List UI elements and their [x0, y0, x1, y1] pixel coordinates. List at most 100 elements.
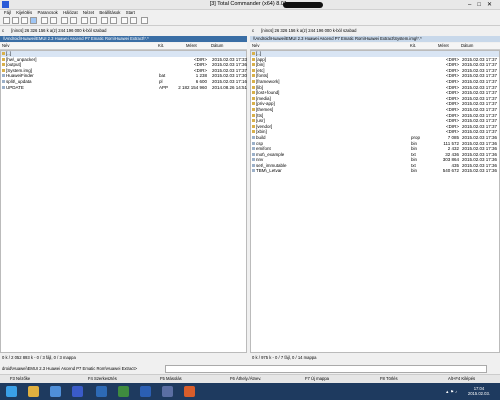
right-status: 0 k / 975 k - 0 / 7 fájl, 0 / 14 mappa	[252, 355, 317, 360]
left-drive-select[interactable]: c	[2, 28, 4, 33]
f5-copy-button[interactable]: F5 Másolás	[160, 376, 182, 381]
folder-icon	[2, 52, 5, 55]
tree-icon[interactable]	[30, 17, 37, 24]
chrome-icon[interactable]	[118, 386, 129, 397]
left-drive-bar: c [nincs] 26 326 156 k a(z) 244 196 000 …	[2, 28, 106, 34]
invert-icon[interactable]	[50, 17, 57, 24]
menu-start[interactable]: Start	[126, 9, 135, 16]
folder-icon	[252, 113, 255, 117]
ie-icon[interactable]	[50, 386, 61, 397]
file-size: 2 182 154 960	[178, 84, 207, 90]
f6-move-button[interactable]: F6 Áthely./Átnev.	[230, 376, 261, 381]
left-path[interactable]: \\Android\Huawei\EMUI 2.3 Huawei Ascend …	[0, 36, 247, 42]
folder-icon	[252, 130, 255, 134]
folder-icon	[252, 124, 255, 128]
maximize-icon[interactable]: □	[477, 2, 487, 8]
col-name[interactable]: Név	[252, 43, 259, 48]
right-drive-select[interactable]: c	[252, 28, 254, 33]
menu-file[interactable]: Fájl	[4, 9, 11, 16]
refresh-icon[interactable]	[3, 17, 10, 24]
start-icon[interactable]	[6, 386, 17, 397]
word-icon[interactable]	[140, 386, 151, 397]
left-header: Név Kit. Méret Dátum	[0, 43, 247, 50]
f7-newfolder-button[interactable]: F7 Új mappa	[305, 376, 329, 381]
folder-icon	[252, 102, 255, 106]
pack-icon[interactable]	[81, 17, 88, 24]
file-icon	[252, 158, 255, 162]
f8-delete-button[interactable]: F8 Törlés	[380, 376, 398, 381]
rename-icon[interactable]	[121, 17, 128, 24]
altf4-exit-button[interactable]: Alt+F4 Kilépés	[448, 376, 475, 381]
col-ext[interactable]: Kit.	[410, 43, 416, 48]
file-icon	[2, 85, 5, 89]
window-controls[interactable]: –□✕	[468, 1, 498, 8]
folder-icon	[252, 96, 255, 100]
folder-icon	[252, 119, 255, 123]
file-icon	[252, 163, 255, 167]
f4-edit-button[interactable]: F4 Szerkesztés	[88, 376, 117, 381]
file-icon	[2, 79, 5, 83]
right-header: Név Kit. Méret Dátum	[250, 43, 500, 50]
cmd-path: droid\Huawei\EMUI 2.3 Huawei Ascend P7 E…	[2, 366, 138, 371]
close-icon[interactable]: ✕	[487, 2, 498, 8]
folder-icon	[2, 57, 5, 61]
folder-icon	[2, 63, 5, 67]
folder-icon	[252, 63, 255, 67]
right-drive-info: [nincs] 26 326 156 k a(z) 244 196 000 k-…	[261, 28, 357, 33]
sort-icon[interactable]	[41, 17, 48, 24]
folder-icon	[252, 74, 255, 78]
col-size[interactable]: Méret	[186, 43, 197, 48]
notepad-icon[interactable]	[141, 17, 148, 24]
folder-icon	[252, 57, 255, 61]
brief-view-icon[interactable]	[12, 17, 19, 24]
left-status: 0 k / 2 052 893 k - 0 / 3 fájl, 0 / 3 ma…	[2, 355, 76, 360]
file-icon	[252, 169, 255, 173]
full-view-icon[interactable]	[21, 17, 28, 24]
minimize-icon[interactable]: –	[468, 2, 477, 8]
file-size: 540 672	[442, 168, 459, 174]
right-path[interactable]: \\Android\Huawei\EMUI 2.3 Huawei Ascend …	[250, 36, 500, 42]
file-date: 2014.08.26 14:51	[212, 84, 248, 90]
file-row[interactable]: TBM\_Letvar bin 540 672 2015.02.03 17:36	[251, 168, 499, 174]
ftp-icon[interactable]	[101, 17, 108, 24]
forward-icon[interactable]	[70, 17, 77, 24]
back-icon[interactable]	[61, 17, 68, 24]
file-icon	[252, 147, 255, 151]
col-date[interactable]: Dátum	[211, 43, 223, 48]
file-row[interactable]: UPDATE APP 2 182 154 960 2014.08.26 14:51	[1, 84, 248, 91]
file-icon	[2, 74, 5, 78]
clock[interactable]: 17:04 2015.02.03.	[468, 386, 490, 396]
menu-mark[interactable]: Kijelölés	[16, 9, 32, 16]
system-tray[interactable]: ▲ ⚑ ♪	[445, 389, 457, 394]
command-line: droid\Huawei\EMUI 2.3 Huawei Ascend P7 E…	[0, 365, 500, 373]
function-key-bar: F3 Nézőke F4 Szerkesztés F5 Másolás F6 Á…	[0, 374, 500, 383]
app-icon[interactable]	[72, 386, 83, 397]
menu-commands[interactable]: Parancsok	[37, 9, 57, 16]
left-drive-info: [nincs] 26 326 156 k a(z) 244 196 000 k-…	[11, 28, 107, 33]
clock-date: 2015.02.03.	[467, 391, 490, 396]
menu-view[interactable]: Nézet	[83, 9, 94, 16]
left-file-list[interactable]: [..] [hw\_unpacker] <DIR> 2015.02.03 17:33[…	[0, 50, 247, 353]
tc-icon[interactable]	[96, 386, 107, 397]
col-size[interactable]: Méret	[438, 43, 449, 48]
search-icon[interactable]	[110, 17, 117, 24]
redaction-mark	[283, 2, 323, 8]
col-ext[interactable]: Kit.	[158, 43, 164, 48]
folder-icon[interactable]	[162, 386, 173, 397]
col-name[interactable]: Név	[2, 43, 9, 48]
menu-network[interactable]: Hálózat	[63, 9, 78, 16]
unpack-icon[interactable]	[90, 17, 97, 24]
file-ext: bin	[411, 168, 418, 174]
file-date: 2015.02.03 17:36	[462, 168, 498, 174]
folder-icon	[252, 79, 255, 83]
f3-view-button[interactable]: F3 Nézőke	[10, 376, 30, 381]
menu-settings[interactable]: Beállítások	[99, 9, 120, 16]
col-date[interactable]: Dátum	[461, 43, 473, 48]
right-drive-bar: c [nincs] 26 326 156 k a(z) 244 196 000 …	[252, 28, 356, 34]
sync-icon[interactable]	[130, 17, 137, 24]
folder-icon	[252, 68, 255, 72]
command-input[interactable]	[165, 365, 487, 373]
explorer-icon[interactable]	[28, 386, 39, 397]
app2-icon[interactable]	[184, 386, 195, 397]
right-file-list[interactable]: [..] [app] <DIR> 2015.02.03 17:37 [bin] <DIR>…	[250, 50, 500, 353]
